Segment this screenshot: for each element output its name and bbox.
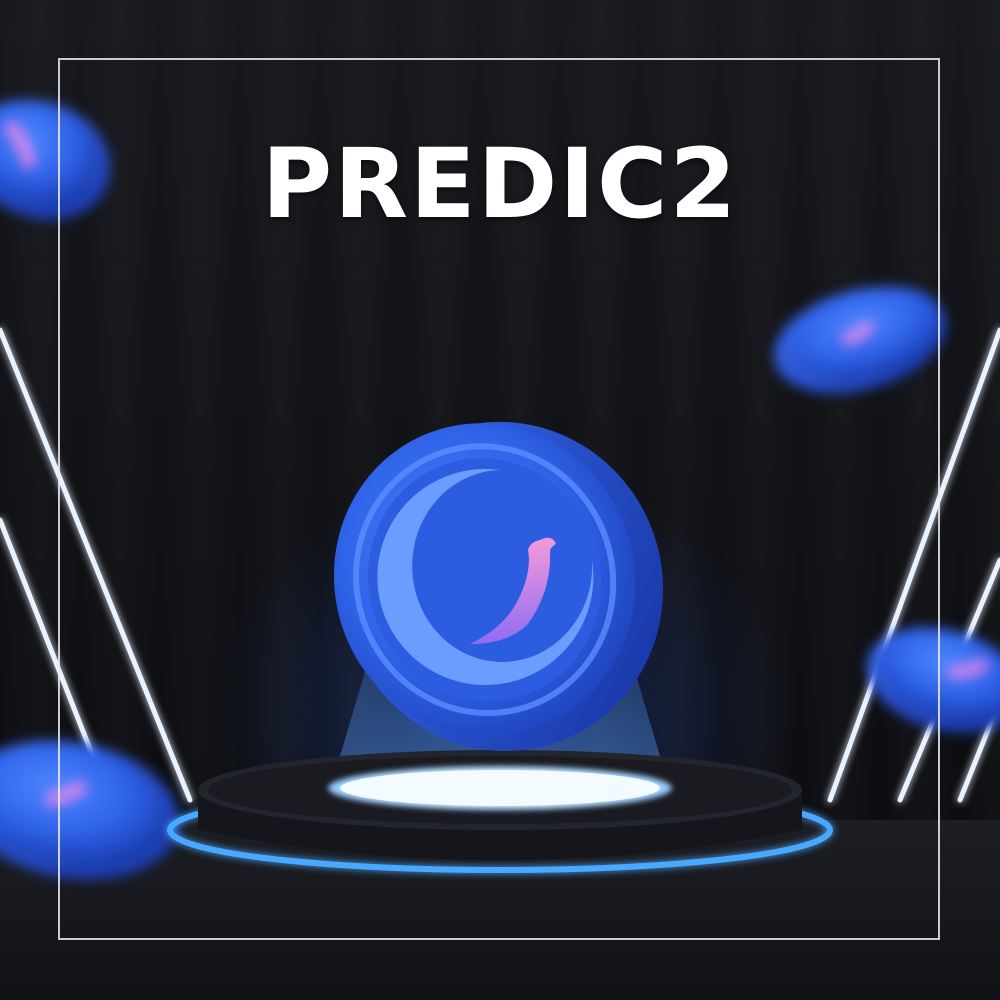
promo-stage: PREDIC2 <box>0 0 1000 1000</box>
brand-title: PREDIC2 <box>261 128 739 240</box>
